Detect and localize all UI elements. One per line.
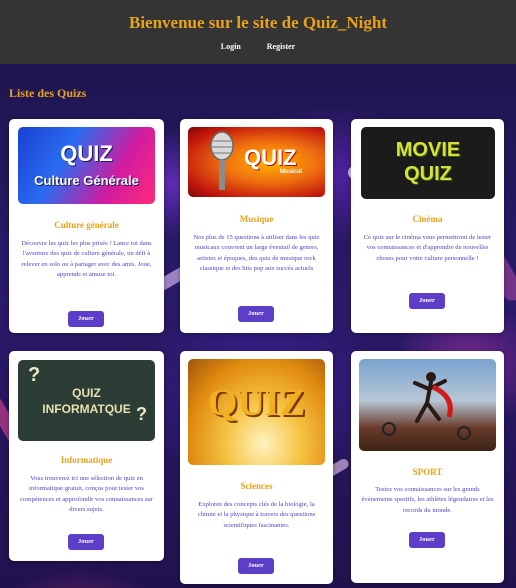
play-button-sciences[interactable]: Jouer bbox=[238, 558, 274, 574]
quiz-title: SPORT bbox=[412, 467, 443, 477]
thumbnail-text: QUIZ bbox=[60, 141, 113, 166]
microphone-icon bbox=[210, 131, 234, 190]
quiz-card-sport: SPORT Testez vos connaissances sur les g… bbox=[351, 351, 504, 583]
play-button-cinema[interactable]: Jouer bbox=[409, 293, 445, 309]
register-link[interactable]: Register bbox=[267, 42, 295, 51]
quiz-title: Informatique bbox=[60, 455, 113, 465]
athlete-silhouette-icon bbox=[382, 372, 471, 440]
quiz-card-sciences: QUIZ Sciences Explorez des concepts clés… bbox=[180, 351, 333, 584]
play-button-informatique[interactable]: Jouer bbox=[68, 534, 104, 550]
quiz-description: Nos plus de 15 questions à utiliser dans… bbox=[193, 234, 320, 273]
play-button-culture[interactable]: Jouer bbox=[68, 311, 104, 327]
quiz-description: Testez vos connaissances sur les grands … bbox=[361, 486, 494, 514]
thumbnail-text: QUIZ bbox=[404, 163, 452, 185]
question-mark-icon: ? bbox=[28, 364, 41, 386]
quiz-description: Ce quiz sur le cinéma vous permettront d… bbox=[363, 234, 492, 262]
quiz-card-culture: QUIZ Culture Générale Culture générale D… bbox=[9, 119, 164, 333]
section-title: Liste des Quizs bbox=[9, 86, 87, 100]
thumbnail-text: QUIZ bbox=[207, 382, 306, 424]
thumbnail-text: Musical bbox=[280, 169, 303, 175]
quiz-title: Cinéma bbox=[412, 214, 443, 224]
site-title: Bienvenue sur le site de Quiz_Night bbox=[129, 13, 387, 32]
thumbnail-text: INFORMATQUE bbox=[42, 402, 131, 416]
play-button-sport[interactable]: Jouer bbox=[409, 532, 445, 548]
site-header: Bienvenue sur le site de Quiz_Night Logi… bbox=[0, 0, 516, 64]
thumbnail-text: QUIZ bbox=[72, 386, 101, 400]
quiz-card-informatique: ? ? QUIZ INFORMATQUE Informatique Vous t… bbox=[9, 351, 164, 561]
quiz-thumbnail-musique: QUIZ Musical bbox=[188, 127, 325, 197]
quiz-description: Explorez des concepts clés de la biologi… bbox=[197, 501, 316, 529]
play-button-musique[interactable]: Jouer bbox=[238, 306, 274, 322]
quiz-thumbnail-sciences: QUIZ bbox=[188, 359, 325, 465]
thumbnail-text: Culture Générale bbox=[34, 173, 139, 188]
quiz-description: Découvre les quiz les plus prisés ! Lanc… bbox=[21, 240, 152, 279]
quiz-title: Culture générale bbox=[54, 220, 119, 230]
quiz-thumbnail-informatique: ? ? QUIZ INFORMATQUE bbox=[18, 360, 155, 441]
quiz-thumbnail-culture: QUIZ Culture Générale bbox=[18, 127, 155, 204]
quiz-thumbnail-sport bbox=[359, 359, 496, 451]
quiz-card-cinema: MOVIE QUIZ Cinéma Ce quiz sur le cinéma … bbox=[351, 119, 504, 333]
quiz-description: Vous trouverez ici une sélection de quiz… bbox=[20, 475, 153, 514]
quiz-title: Sciences bbox=[240, 481, 273, 491]
quiz-thumbnail-cinema: MOVIE QUIZ bbox=[361, 127, 495, 199]
quiz-title: Musique bbox=[239, 214, 274, 224]
thumbnail-text: QUIZ bbox=[244, 145, 297, 170]
main-nav: Login Register bbox=[0, 42, 516, 51]
quiz-card-musique: QUIZ Musical Musique Nos plus de 15 ques… bbox=[180, 119, 333, 333]
login-link[interactable]: Login bbox=[221, 42, 241, 51]
thumbnail-text: MOVIE bbox=[395, 139, 461, 161]
